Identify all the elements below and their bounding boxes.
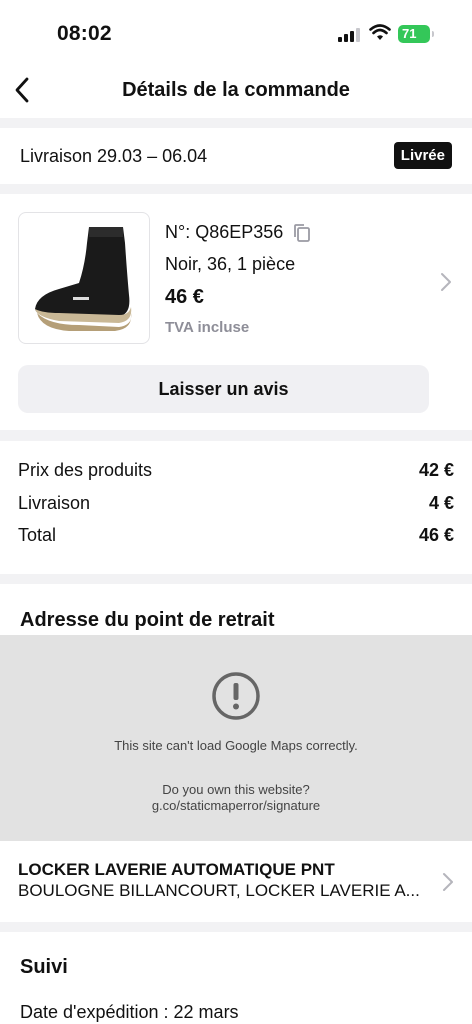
pickup-point-address[interactable]: BOULOGNE BILLANCOURT, LOCKER LAVERIE A..… (18, 881, 430, 901)
product-card[interactable]: N°: Q86EP356 Noir, 36, 1 pièce 46 € TVA … (0, 194, 472, 430)
summary-value: 46 € (418, 525, 454, 545)
tracking-card: Suivi Date d'expédition : 22 mars (0, 932, 472, 1024)
product-variant: Noir, 36, 1 pièce (165, 254, 296, 274)
status-time: 08:02 (57, 22, 112, 45)
delivery-window: Livraison 29.03 – 06.04 (20, 146, 208, 166)
shipping-date: Date d'expédition : 22 mars (20, 1002, 239, 1022)
copy-icon[interactable] (293, 223, 311, 243)
order-number: N°: Q86EP356 (165, 222, 311, 243)
summary-row-total: Total 46 € (18, 525, 454, 546)
map-error-help: Do you own this website? g.co/staticmape… (0, 782, 472, 814)
summary-label: Livraison (18, 493, 91, 513)
summary-row-products: Prix des produits 42 € (18, 460, 454, 481)
delivery-card: Livraison 29.03 – 06.04 Livrée (0, 128, 472, 184)
tax-note: TVA incluse (165, 319, 250, 336)
status-bar: 08:02 71 (0, 0, 472, 62)
product-image[interactable] (18, 212, 150, 344)
leave-review-button[interactable]: Laisser un avis (18, 365, 429, 413)
pickup-address-card: Adresse du point de retrait This site ca… (0, 584, 472, 922)
pickup-point-name[interactable]: LOCKER LAVERIE AUTOMATIQUE PNT (18, 860, 335, 880)
page-title: Détails de la commande (122, 79, 350, 101)
section-title: Suivi (20, 956, 68, 978)
summary-label: Prix des produits (18, 460, 153, 480)
section-title: Adresse du point de retrait (20, 609, 275, 631)
map-link[interactable]: g.co/staticmaperror/signature (0, 798, 472, 814)
map-question: Do you own this website? (162, 782, 310, 797)
order-number-text: N°: Q86EP356 (165, 222, 284, 242)
price-summary: Prix des produits 42 € Livraison 4 € Tot… (0, 441, 472, 574)
exclamation-circle-icon (212, 672, 260, 720)
summary-value: 4 € (428, 493, 454, 513)
summary-label: Total (18, 525, 57, 545)
navigation-bar: Détails de la commande (0, 62, 472, 118)
cellular-signal-icon (338, 28, 362, 42)
chevron-right-icon (441, 273, 451, 291)
status-badge: Livrée (393, 142, 452, 169)
wifi-icon (369, 24, 391, 40)
chevron-right-icon[interactable] (442, 872, 454, 892)
map-error-text: This site can't load Google Maps correct… (114, 738, 358, 753)
product-price: 46 € (165, 286, 204, 308)
summary-row-shipping: Livraison 4 € (18, 493, 454, 514)
battery-level: 71 (402, 26, 417, 41)
map-placeholder[interactable]: This site can't load Google Maps correct… (0, 635, 472, 841)
sock-boot-image (35, 227, 132, 331)
battery-icon: 71 (398, 25, 434, 43)
summary-value: 42 € (418, 460, 454, 480)
